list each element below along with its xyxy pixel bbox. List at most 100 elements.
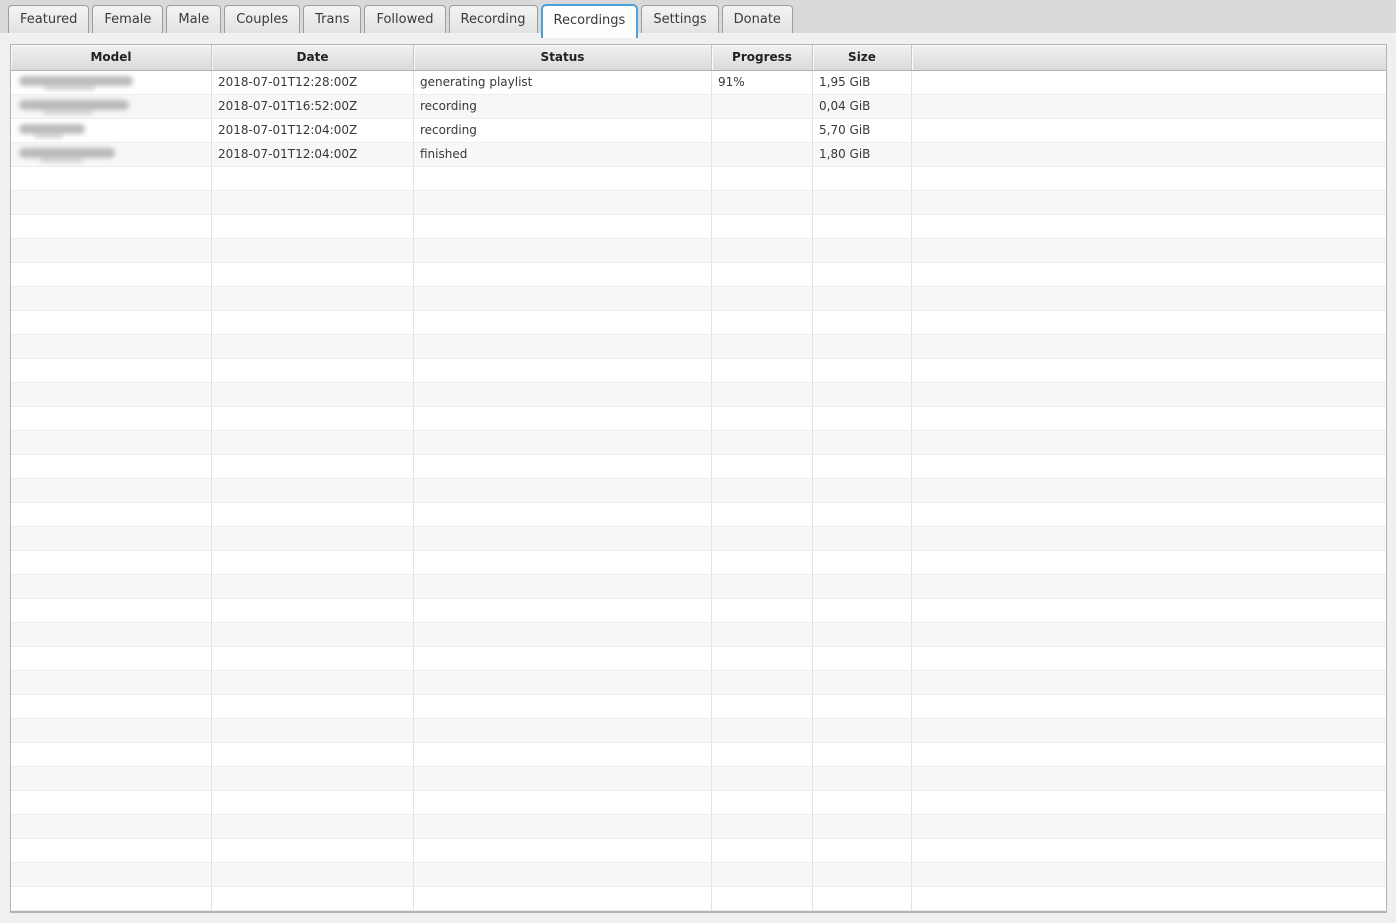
cell-date: [212, 791, 414, 815]
table-row-empty: [11, 167, 1386, 191]
cell-status: [414, 695, 712, 719]
table-row[interactable]: 2018-07-01T12:28:00Zgenerating playlist9…: [11, 71, 1386, 95]
cell-filler: [912, 503, 1386, 527]
cell-progress: [712, 887, 813, 911]
cell-progress: [712, 647, 813, 671]
cell-size: [813, 359, 912, 383]
table-row[interactable]: 2018-07-01T16:52:00Zrecording0,04 GiB: [11, 95, 1386, 119]
cell-size: [813, 407, 912, 431]
cell-size: [813, 479, 912, 503]
cell-filler: [912, 191, 1386, 215]
cell-progress: [712, 95, 813, 119]
column-header-model[interactable]: Model: [11, 45, 212, 70]
cell-status: [414, 335, 712, 359]
tab-followed[interactable]: Followed: [364, 5, 445, 33]
cell-status: [414, 527, 712, 551]
cell-progress: [712, 167, 813, 191]
cell-filler: [912, 95, 1386, 119]
column-header-date[interactable]: Date: [212, 45, 414, 70]
cell-size: [813, 623, 912, 647]
cell-progress: [712, 791, 813, 815]
cell-progress: [712, 743, 813, 767]
cell-date: [212, 479, 414, 503]
cell-status: [414, 767, 712, 791]
cell-date: [212, 575, 414, 599]
cell-status: [414, 863, 712, 887]
cell-status: [414, 383, 712, 407]
table-row-empty: [11, 695, 1386, 719]
cell-progress: [712, 503, 813, 527]
tab-featured[interactable]: Featured: [8, 5, 89, 33]
tab-donate[interactable]: Donate: [722, 5, 793, 33]
table-row[interactable]: 2018-07-01T12:04:00Zfinished1,80 GiB: [11, 143, 1386, 167]
tab-trans[interactable]: Trans: [303, 5, 361, 33]
cell-filler: [912, 839, 1386, 863]
cell-size: [813, 215, 912, 239]
cell-filler: [912, 767, 1386, 791]
cell-filler: [912, 623, 1386, 647]
column-header-size[interactable]: Size: [813, 45, 912, 70]
tab-couples[interactable]: Couples: [224, 5, 300, 33]
cell-date: [212, 407, 414, 431]
cell-model: [11, 575, 212, 599]
tab-settings[interactable]: Settings: [641, 5, 718, 33]
table-row-empty: [11, 743, 1386, 767]
cell-progress: [712, 263, 813, 287]
cell-progress: [712, 311, 813, 335]
cell-size: [813, 695, 912, 719]
cell-status: [414, 407, 712, 431]
cell-filler: [912, 791, 1386, 815]
column-header-progress[interactable]: Progress: [712, 45, 813, 70]
cell-model: [11, 95, 212, 119]
table-row-empty: [11, 815, 1386, 839]
cell-date: 2018-07-01T12:28:00Z: [212, 71, 414, 95]
cell-date: [212, 599, 414, 623]
cell-filler: [912, 551, 1386, 575]
tab-recordings[interactable]: Recordings: [541, 4, 639, 38]
cell-progress: [712, 119, 813, 143]
cell-date: [212, 503, 414, 527]
tab-bar: FeaturedFemaleMaleCouplesTransFollowedRe…: [0, 0, 1396, 34]
cell-size: [813, 287, 912, 311]
cell-filler: [912, 575, 1386, 599]
table-row-empty: [11, 863, 1386, 887]
cell-filler: [912, 647, 1386, 671]
cell-status: [414, 671, 712, 695]
cell-status: [414, 815, 712, 839]
cell-progress: [712, 527, 813, 551]
cell-date: [212, 647, 414, 671]
cell-filler: [912, 407, 1386, 431]
cell-progress: 91%: [712, 71, 813, 95]
cell-model: [11, 383, 212, 407]
table-row[interactable]: 2018-07-01T12:04:00Zrecording5,70 GiB: [11, 119, 1386, 143]
table-row-empty: [11, 407, 1386, 431]
cell-date: [212, 815, 414, 839]
column-header-filler: [912, 45, 1386, 70]
cell-date: [212, 671, 414, 695]
cell-model: [11, 551, 212, 575]
model-name-redacted: [19, 124, 85, 134]
tab-recording[interactable]: Recording: [449, 5, 538, 33]
cell-status: recording: [414, 95, 712, 119]
cell-model: [11, 335, 212, 359]
cell-status: generating playlist: [414, 71, 712, 95]
cell-size: 1,80 GiB: [813, 143, 912, 167]
table-row-empty: [11, 623, 1386, 647]
cell-filler: [912, 599, 1386, 623]
cell-date: [212, 311, 414, 335]
cell-date: 2018-07-01T12:04:00Z: [212, 143, 414, 167]
column-header-status[interactable]: Status: [414, 45, 712, 70]
table-row-empty: [11, 383, 1386, 407]
cell-date: [212, 431, 414, 455]
table-row-empty: [11, 575, 1386, 599]
cell-size: [813, 743, 912, 767]
cell-size: [813, 527, 912, 551]
cell-model: [11, 407, 212, 431]
cell-progress: [712, 239, 813, 263]
tab-female[interactable]: Female: [92, 5, 163, 33]
tab-male[interactable]: Male: [166, 5, 221, 33]
cell-filler: [912, 119, 1386, 143]
cell-size: [813, 599, 912, 623]
table-row-empty: [11, 791, 1386, 815]
cell-size: [813, 167, 912, 191]
